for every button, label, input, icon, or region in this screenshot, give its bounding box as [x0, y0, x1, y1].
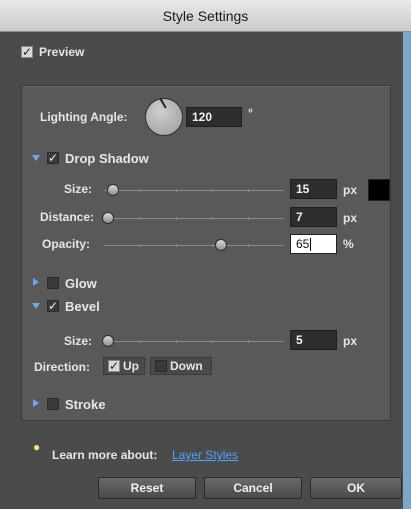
bevel-expand-icon[interactable]	[32, 303, 40, 309]
shadow-distance-label: Distance:	[40, 210, 95, 224]
bevel-label: Bevel	[65, 299, 100, 314]
stroke-checkbox-icon[interactable]	[47, 398, 59, 410]
direction-up-label: Up	[123, 359, 139, 373]
bevel-size-label: Size:	[64, 334, 93, 348]
shadow-distance-input[interactable]: 7	[290, 207, 337, 227]
shadow-size-slider-thumb[interactable]	[107, 184, 119, 196]
drop-shadow-checkbox-icon[interactable]: ✓	[47, 152, 59, 164]
cancel-button[interactable]: Cancel	[204, 477, 302, 499]
reset-button[interactable]: Reset	[98, 477, 196, 499]
lighting-angle-input[interactable]: 120	[186, 107, 242, 127]
preview-toggle[interactable]: ✓ Preview	[21, 45, 84, 59]
shadow-size-input[interactable]: 15	[290, 179, 337, 199]
lighting-angle-unit: °	[248, 106, 253, 120]
shadow-opacity-unit: %	[343, 237, 354, 251]
background-window-edge	[403, 32, 411, 509]
bevel-size-slider-thumb[interactable]	[101, 335, 114, 347]
shadow-distance-slider-thumb[interactable]	[101, 212, 114, 224]
shadow-size-unit: px	[343, 183, 358, 197]
shadow-size-slider[interactable]	[104, 189, 284, 192]
lighting-angle-dial[interactable]	[145, 97, 183, 136]
shadow-opacity-value: 65	[296, 237, 310, 251]
stroke-expand-icon[interactable]	[33, 399, 39, 407]
text-cursor-icon	[310, 238, 312, 252]
stroke-label: Stroke	[65, 397, 106, 412]
shadow-opacity-input[interactable]: 65	[290, 234, 337, 254]
bevel-direction-label: Direction:	[34, 360, 91, 374]
shadow-distance-slider[interactable]	[104, 217, 284, 220]
preview-checkbox-icon[interactable]: ✓	[21, 46, 33, 58]
glow-label: Glow	[65, 276, 97, 291]
bevel-size-slider[interactable]	[104, 340, 284, 343]
dial-needle-icon	[159, 97, 167, 109]
shadow-distance-unit: px	[343, 211, 358, 225]
layer-styles-link[interactable]: Layer Styles	[172, 448, 238, 462]
shadow-size-label: Size:	[64, 182, 93, 196]
shadow-opacity-slider[interactable]	[104, 244, 284, 247]
shadow-color-swatch[interactable]	[368, 179, 390, 201]
direction-up-checkbox-icon[interactable]: ✓	[108, 360, 120, 372]
ok-button[interactable]: OK	[310, 477, 402, 499]
preview-label: Preview	[39, 45, 85, 59]
bevel-size-unit: px	[343, 334, 358, 348]
shadow-opacity-label: Opacity:	[42, 237, 91, 251]
shadow-opacity-slider-thumb[interactable]	[215, 239, 227, 251]
bevel-direction-down[interactable]: Down	[150, 357, 212, 375]
window-title: Style Settings	[0, 0, 411, 32]
lighting-angle-label: Lighting Angle:	[40, 110, 128, 124]
learn-more-label: Learn more about:	[52, 448, 158, 462]
bevel-checkbox-icon[interactable]: ✓	[47, 300, 59, 312]
direction-down-checkbox-icon[interactable]	[155, 360, 167, 372]
bevel-direction-up[interactable]: ✓ Up	[103, 357, 145, 375]
glow-expand-icon[interactable]	[33, 278, 39, 286]
bevel-size-input[interactable]: 5	[290, 330, 337, 350]
direction-down-label: Down	[170, 359, 203, 373]
drop-shadow-label: Drop Shadow	[65, 151, 149, 166]
drop-shadow-expand-icon[interactable]	[32, 155, 40, 161]
glow-checkbox-icon[interactable]	[47, 277, 59, 289]
lightbulb-icon: ●	[33, 440, 41, 454]
